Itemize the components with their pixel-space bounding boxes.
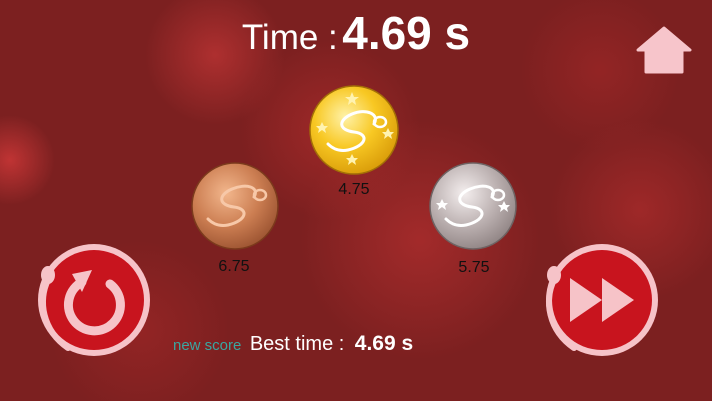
restart-button[interactable] xyxy=(30,240,154,367)
home-button[interactable] xyxy=(636,26,692,74)
restart-icon xyxy=(38,244,150,356)
fast-forward-icon xyxy=(545,244,658,356)
gold-medal-value: 4.75 xyxy=(338,181,370,198)
best-time-row: new score Best time : 4.69 s xyxy=(173,332,413,356)
best-time-label: Best time : xyxy=(249,333,345,355)
silver-medal xyxy=(428,161,518,251)
next-button[interactable] xyxy=(540,240,664,367)
gold-medal xyxy=(308,84,400,176)
bronze-medal-icon xyxy=(191,162,279,250)
best-time-value: 4.69 s xyxy=(354,332,414,355)
gold-medal-icon xyxy=(309,85,399,175)
new-score-label: new score xyxy=(173,337,242,354)
home-icon xyxy=(636,26,692,74)
time-value: 4.69 s xyxy=(342,7,471,59)
silver-medal-icon xyxy=(429,162,517,250)
bronze-medal-value: 6.75 xyxy=(218,258,250,275)
bronze-medal xyxy=(190,161,280,251)
time-label: Time : xyxy=(241,18,338,57)
silver-medal-value: 5.75 xyxy=(458,259,490,276)
time-display: Time : 4.69 s xyxy=(0,6,712,60)
